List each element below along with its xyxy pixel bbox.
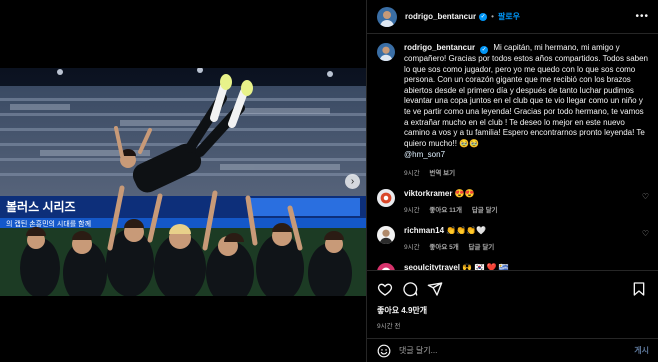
- post-time: 9시간 전: [377, 323, 401, 330]
- commenter-avatar[interactable]: [377, 188, 395, 207]
- like-comment-heart-icon[interactable]: ♡: [642, 226, 649, 238]
- comment-text: 😍😍: [454, 188, 475, 198]
- reply-button[interactable]: 답글 달기: [472, 207, 498, 214]
- caption-avatar[interactable]: [377, 43, 395, 61]
- comments-section: rodrigo_bentancur ✓ Mi capitán, mi herman…: [367, 35, 658, 270]
- post-comment-button[interactable]: 게시: [634, 345, 649, 356]
- post-actions: 좋아요 4.9만개 9시간 전: [367, 270, 658, 330]
- comment-item: viktorkramer 😍😍 9시간 좋아요 11개 답글 달기 ♡: [377, 188, 649, 214]
- comment-time: 9시간: [404, 243, 420, 251]
- bookmark-icon[interactable]: [631, 281, 649, 299]
- commenter-avatar[interactable]: [377, 225, 395, 244]
- follow-button[interactable]: 팔로우: [498, 11, 520, 22]
- comment-likes[interactable]: 좋아요 5개: [429, 244, 458, 251]
- separator-dot: •: [491, 12, 494, 21]
- caption: rodrigo_bentancur ✓ Mi capitán, mi herman…: [377, 43, 649, 177]
- stadium-celebration-image: 볼러스 시리즈 의 캡틴 손흥민의 시대를 함께: [0, 68, 366, 296]
- post-media: 볼러스 시리즈 의 캡틴 손흥민의 시대를 함께 ›: [0, 0, 366, 362]
- comment-item: seoulcitytravel 🙌 🇰🇷 ❤️ 🇺🇾: [377, 262, 649, 270]
- comment-input[interactable]: [399, 346, 635, 355]
- chevron-right-icon[interactable]: ›: [345, 174, 360, 189]
- more-options-icon[interactable]: •••: [635, 11, 649, 22]
- commenter-username[interactable]: richman14: [404, 226, 444, 235]
- comment-item: richman14 👏👏👏🤍 9시간 좋아요 5개 답글 달기 ♡: [377, 225, 649, 251]
- comment-text: 👏👏👏🤍: [446, 225, 487, 235]
- post-photo: 볼러스 시리즈 의 캡틴 손흥민의 시대를 함께: [0, 68, 366, 296]
- verified-badge-icon: ✓: [480, 46, 489, 54]
- post-header: rodrigo_bentancur ✓ • 팔로우 •••: [367, 0, 658, 34]
- commenter-username[interactable]: seoulcitytravel: [404, 263, 460, 270]
- banner-subtext: 의 캡틴 손흥민의 시대를 함께: [6, 219, 91, 228]
- mention-link[interactable]: @hm_son7: [404, 150, 649, 161]
- reply-button[interactable]: 답글 달기: [469, 244, 495, 251]
- caption-text: Mi capitán, mi hermano, mi amigo y compa…: [404, 43, 648, 148]
- commenter-username[interactable]: viktorkramer: [404, 189, 452, 198]
- commenter-avatar[interactable]: [377, 262, 395, 270]
- comment-time: 9시간: [404, 206, 420, 214]
- translate-link[interactable]: 번역 보기: [429, 170, 455, 177]
- emoji-smiley-icon[interactable]: [377, 344, 391, 358]
- like-count[interactable]: 좋아요 4.9만개: [377, 305, 649, 316]
- comment-bubble-icon[interactable]: [402, 281, 420, 299]
- caption-time: 9시간: [404, 169, 420, 177]
- author-avatar[interactable]: [377, 6, 397, 27]
- like-comment-heart-icon[interactable]: ♡: [642, 189, 649, 201]
- add-comment-bar: 게시: [367, 338, 658, 362]
- author-username[interactable]: rodrigo_bentancur: [405, 12, 476, 21]
- comment-likes[interactable]: 좋아요 11개: [429, 207, 462, 214]
- like-heart-icon[interactable]: [377, 281, 395, 299]
- post-details-panel: rodrigo_bentancur ✓ • 팔로우 ••• rodrigo_be…: [366, 0, 658, 362]
- banner-text: 볼러스 시리즈: [6, 199, 76, 214]
- share-send-icon[interactable]: [427, 281, 445, 299]
- comment-text: 🙌 🇰🇷 ❤️ 🇺🇾: [462, 262, 509, 270]
- caption-username[interactable]: rodrigo_bentancur: [404, 43, 475, 52]
- verified-badge-icon: ✓: [479, 12, 488, 21]
